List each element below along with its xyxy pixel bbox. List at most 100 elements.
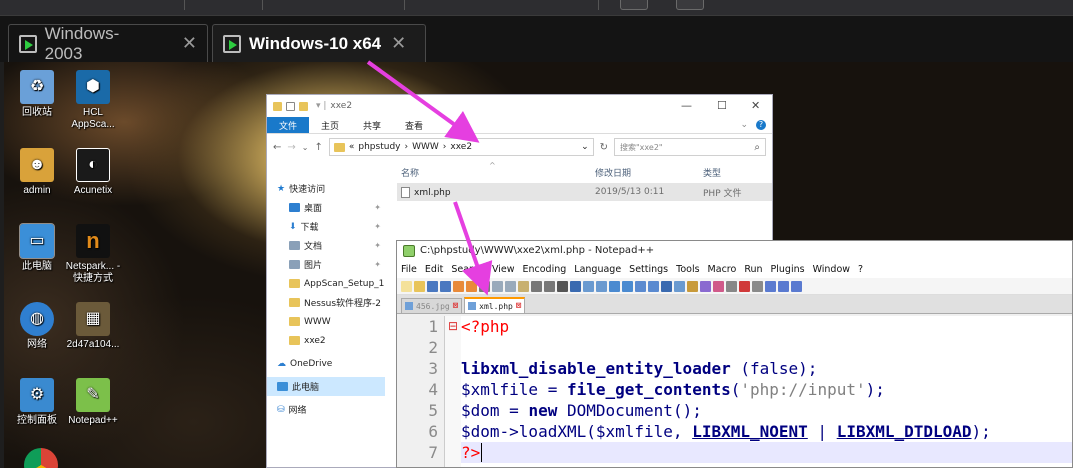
close-file-icon[interactable] <box>453 280 464 292</box>
all-chars-icon[interactable] <box>648 280 659 292</box>
print-icon[interactable] <box>479 280 490 292</box>
close-tab-icon[interactable]: ⊠ <box>453 301 458 311</box>
desktop-icon-image[interactable]: ▦ 2d47a104... <box>62 302 124 351</box>
menu-settings[interactable]: Settings <box>629 264 668 275</box>
nav-item-this-pc[interactable]: 此电脑 <box>267 377 385 396</box>
pin-icon[interactable]: ✦ <box>374 222 381 231</box>
desktop-icon-notepadpp[interactable]: ✎ Notepad++ <box>62 378 124 427</box>
breadcrumb-overflow[interactable]: « <box>349 142 355 152</box>
nav-item-documents[interactable]: 文档 ✦ <box>267 236 385 255</box>
menu-window[interactable]: Window <box>813 264 850 275</box>
breadcrumb-item[interactable]: xxe2 <box>450 142 472 152</box>
desktop-icon-netsparker[interactable]: n Netspark... - 快捷方式 <box>62 224 124 285</box>
address-dropdown-icon[interactable]: ⌄ <box>581 142 589 152</box>
desktop-icon-acunetix[interactable]: ◐ Acunetix <box>62 148 124 197</box>
desktop-icon-this-pc[interactable]: ▭ 此电脑 <box>6 223 68 273</box>
maximize-icon[interactable]: ☐ <box>717 99 727 112</box>
nav-item-desktop[interactable]: 桌面 ✦ <box>267 198 385 217</box>
nav-item-pictures[interactable]: 图片 ✦ <box>267 255 385 274</box>
close-tab-icon[interactable]: ⊠ <box>516 301 521 311</box>
menu-run[interactable]: Run <box>744 264 762 275</box>
close-icon[interactable]: ✕ <box>391 33 406 54</box>
desktop-icon-recycle-bin[interactable]: ♻ 回收站 <box>6 70 68 119</box>
menu-search[interactable]: Search <box>451 264 484 275</box>
up-icon[interactable]: ↑ <box>314 142 322 153</box>
back-icon[interactable]: ← <box>273 142 281 153</box>
breadcrumb-item[interactable]: WWW <box>412 142 439 152</box>
doc-map-icon[interactable] <box>674 280 685 292</box>
menu-macro[interactable]: Macro <box>708 264 737 275</box>
undo-icon[interactable] <box>531 280 542 292</box>
close-icon[interactable]: ✕ <box>182 33 197 54</box>
stop-macro-icon[interactable] <box>752 280 763 292</box>
column-header-date[interactable]: 修改日期 <box>595 166 631 179</box>
play-macro-icon[interactable] <box>765 280 776 292</box>
nav-item-onedrive[interactable]: ☁ OneDrive <box>267 354 385 373</box>
minimize-icon[interactable]: — <box>681 99 692 112</box>
fold-collapse-icon[interactable]: ⊟ <box>445 316 461 337</box>
quick-access-dropdown-icon[interactable]: ▾ | <box>316 101 326 111</box>
word-wrap-icon[interactable] <box>635 280 646 292</box>
desktop-icon-control-panel[interactable]: ⚙ 控制面板 <box>6 378 68 427</box>
paste-icon[interactable] <box>518 280 529 292</box>
vm-tab-windows-10[interactable]: Windows-10 x64 ✕ <box>212 24 426 62</box>
refresh-icon[interactable]: ↻ <box>600 142 608 153</box>
nav-item-network[interactable]: ⛁ 网络 <box>267 400 385 419</box>
redo-icon[interactable] <box>544 280 555 292</box>
monitor-icon[interactable] <box>713 280 724 292</box>
save-macro-icon[interactable] <box>791 280 802 292</box>
close-all-icon[interactable] <box>466 280 477 292</box>
open-file-icon[interactable] <box>414 280 425 292</box>
folder-workspace-icon[interactable] <box>700 280 711 292</box>
find-icon[interactable] <box>557 280 568 292</box>
column-header-type[interactable]: 类型 <box>703 166 721 179</box>
menu-language[interactable]: Language <box>574 264 621 275</box>
copy-icon[interactable] <box>505 280 516 292</box>
ribbon-tab-home[interactable]: 主页 <box>309 117 351 133</box>
file-row[interactable]: xml.php 2019/5/13 0:11 PHP 文件 <box>397 183 772 201</box>
record-macro-icon[interactable] <box>739 280 750 292</box>
desktop-icon-network[interactable]: ◍ 网络 <box>6 302 68 351</box>
fullscreen-button[interactable] <box>620 0 648 10</box>
fold-margin[interactable]: ⊟ <box>445 316 461 467</box>
eye-icon[interactable] <box>726 280 737 292</box>
indent-guide-icon[interactable] <box>661 280 672 292</box>
new-folder-icon[interactable] <box>299 101 308 111</box>
menu-help[interactable]: ? <box>858 264 863 275</box>
menu-plugins[interactable]: Plugins <box>771 264 805 275</box>
search-box[interactable]: 搜索"xxe2" ⌕ <box>614 138 766 156</box>
new-file-icon[interactable] <box>401 280 412 292</box>
zoom-in-icon[interactable] <box>583 280 594 292</box>
ribbon-tab-view[interactable]: 查看 <box>393 117 435 133</box>
save-icon[interactable] <box>427 280 438 292</box>
nav-item-quick-access[interactable]: ★ 快速访问 <box>267 179 385 198</box>
vm-tab-windows-2003[interactable]: Windows-2003 ✕ <box>8 24 208 63</box>
desktop-icon-appscan[interactable]: ⬢ HCL AppSca... <box>62 70 124 131</box>
run-macro-multiple-icon[interactable] <box>778 280 789 292</box>
tab-xml-php[interactable]: xml.php ⊠ <box>464 297 526 313</box>
help-icon[interactable]: ? <box>756 120 766 130</box>
ribbon-tab-share[interactable]: 共享 <box>351 117 393 133</box>
menu-tools[interactable]: Tools <box>676 264 699 275</box>
desktop-icon-chrome[interactable] <box>10 448 72 468</box>
menu-encoding[interactable]: Encoding <box>523 264 567 275</box>
nav-item-nessus[interactable]: Nessus软件程序-2 <box>267 293 385 312</box>
save-all-icon[interactable] <box>440 280 451 292</box>
menu-file[interactable]: File <box>401 264 417 275</box>
unity-button[interactable] <box>676 0 704 10</box>
pin-icon[interactable]: ✦ <box>374 241 381 250</box>
nav-item-downloads[interactable]: ⬇ 下载 ✦ <box>267 217 385 236</box>
recent-dropdown-icon[interactable]: ⌄ <box>302 143 309 152</box>
replace-icon[interactable] <box>570 280 581 292</box>
zoom-out-icon[interactable] <box>596 280 607 292</box>
sync-v-icon[interactable] <box>609 280 620 292</box>
tab-456-jpg[interactable]: 456.jpg ⊠ <box>401 298 463 313</box>
ribbon-tab-file[interactable]: 文件 <box>267 117 310 133</box>
pin-icon[interactable]: ✦ <box>374 203 381 212</box>
nav-item-www[interactable]: WWW <box>267 312 385 331</box>
close-icon[interactable]: ✕ <box>751 99 760 112</box>
breadcrumb-item[interactable]: phpstudy <box>358 142 400 152</box>
code-editor[interactable]: 1 2 3 4 5 6 7 ⊟ <?php libxml_disable_ent… <box>397 316 1072 467</box>
chevron-down-icon[interactable]: ⌄ <box>740 120 748 130</box>
column-header-name[interactable]: 名称 <box>401 166 419 179</box>
